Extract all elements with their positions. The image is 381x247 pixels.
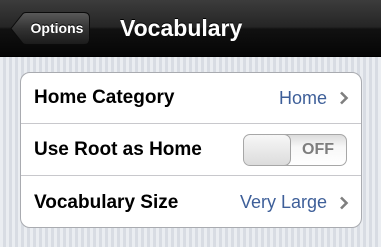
chevron-right-icon bbox=[340, 91, 349, 105]
toggle-state-text: OFF bbox=[302, 140, 334, 158]
navigation-bar: Options Vocabulary bbox=[0, 0, 381, 57]
chevron-right-icon bbox=[340, 196, 349, 209]
home-category-label: Home Category bbox=[34, 87, 175, 108]
vocabulary-size-row[interactable]: Vocabulary Size Very Large bbox=[21, 176, 361, 227]
back-button-label: Options bbox=[30, 20, 84, 36]
settings-group: Home Category Home Use Root as Home OFF … bbox=[20, 72, 362, 228]
back-button[interactable]: Options bbox=[10, 12, 90, 45]
page-title: Vocabulary bbox=[120, 15, 243, 41]
vocabulary-size-label: Vocabulary Size bbox=[34, 191, 179, 213]
vocabulary-size-value: Very Large bbox=[239, 192, 327, 212]
home-category-value: Home bbox=[278, 87, 327, 108]
home-category-row[interactable]: Home Category Home bbox=[21, 73, 361, 124]
use-root-as-home-toggle[interactable]: OFF bbox=[243, 133, 347, 166]
use-root-as-home-row: Use Root as Home OFF bbox=[21, 124, 361, 176]
toggle-knob[interactable] bbox=[244, 134, 291, 165]
use-root-as-home-label: Use Root as Home bbox=[34, 138, 202, 160]
